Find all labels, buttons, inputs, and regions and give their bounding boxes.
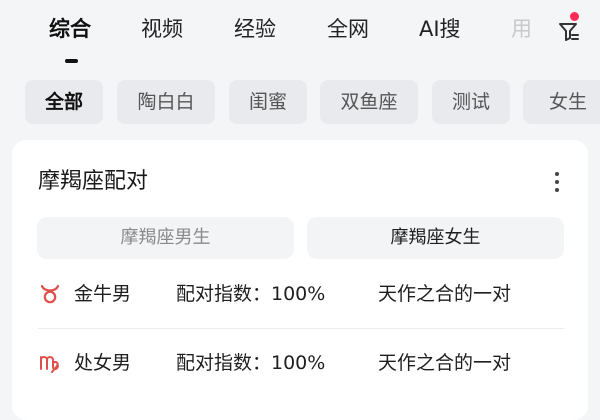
tab-whole-web[interactable]: 全网 [327, 14, 369, 44]
more-vertical-icon[interactable] [552, 170, 562, 194]
top-tab-bar: 综合 视频 经验 全网 AI搜 用 [0, 0, 600, 70]
segment-capricorn-female[interactable]: 摩羯座女生 [307, 217, 564, 259]
match-row[interactable]: 处女男 配对指数：100% 天作之合的一对 [38, 335, 564, 391]
row-divider [38, 328, 564, 329]
tab-partial[interactable]: 用 [511, 14, 532, 44]
taurus-icon [38, 282, 62, 306]
chip-pisces[interactable]: 双鱼座 [320, 80, 418, 124]
chip-bestie[interactable]: 闺蜜 [229, 80, 307, 124]
tab-video[interactable]: 视频 [141, 14, 183, 44]
tab-ai-search[interactable]: AI搜 [419, 14, 461, 44]
zodiac-match-card: 摩羯座配对 摩羯座男生 摩羯座女生 金牛男 配对指数：100% 天作之合的一对 … [12, 140, 588, 420]
match-sign: 处女男 [74, 352, 132, 374]
filter-icon[interactable] [556, 18, 582, 44]
match-score: 配对指数：100% [176, 283, 326, 305]
chip-test[interactable]: 测试 [432, 80, 510, 124]
chip-girls[interactable]: 女生 [523, 80, 600, 124]
segment-capricorn-male[interactable]: 摩羯座男生 [37, 217, 294, 259]
virgo-icon [38, 351, 62, 375]
match-description: 天作之合的一对 [378, 352, 512, 374]
match-row[interactable]: 金牛男 配对指数：100% 天作之合的一对 [38, 266, 564, 322]
match-description: 天作之合的一对 [378, 283, 512, 305]
tab-comprehensive[interactable]: 综合 [49, 14, 91, 44]
tab-experience[interactable]: 经验 [234, 14, 276, 44]
active-tab-indicator [65, 59, 78, 63]
match-score: 配对指数：100% [176, 352, 326, 374]
card-title: 摩羯座配对 [38, 169, 149, 194]
chip-all[interactable]: 全部 [25, 80, 103, 124]
notification-dot [570, 12, 579, 21]
match-sign: 金牛男 [74, 283, 132, 305]
filter-chips: 全部 陶白白 闺蜜 双鱼座 测试 女生 [0, 78, 600, 130]
chip-taobaibai[interactable]: 陶白白 [117, 80, 215, 124]
